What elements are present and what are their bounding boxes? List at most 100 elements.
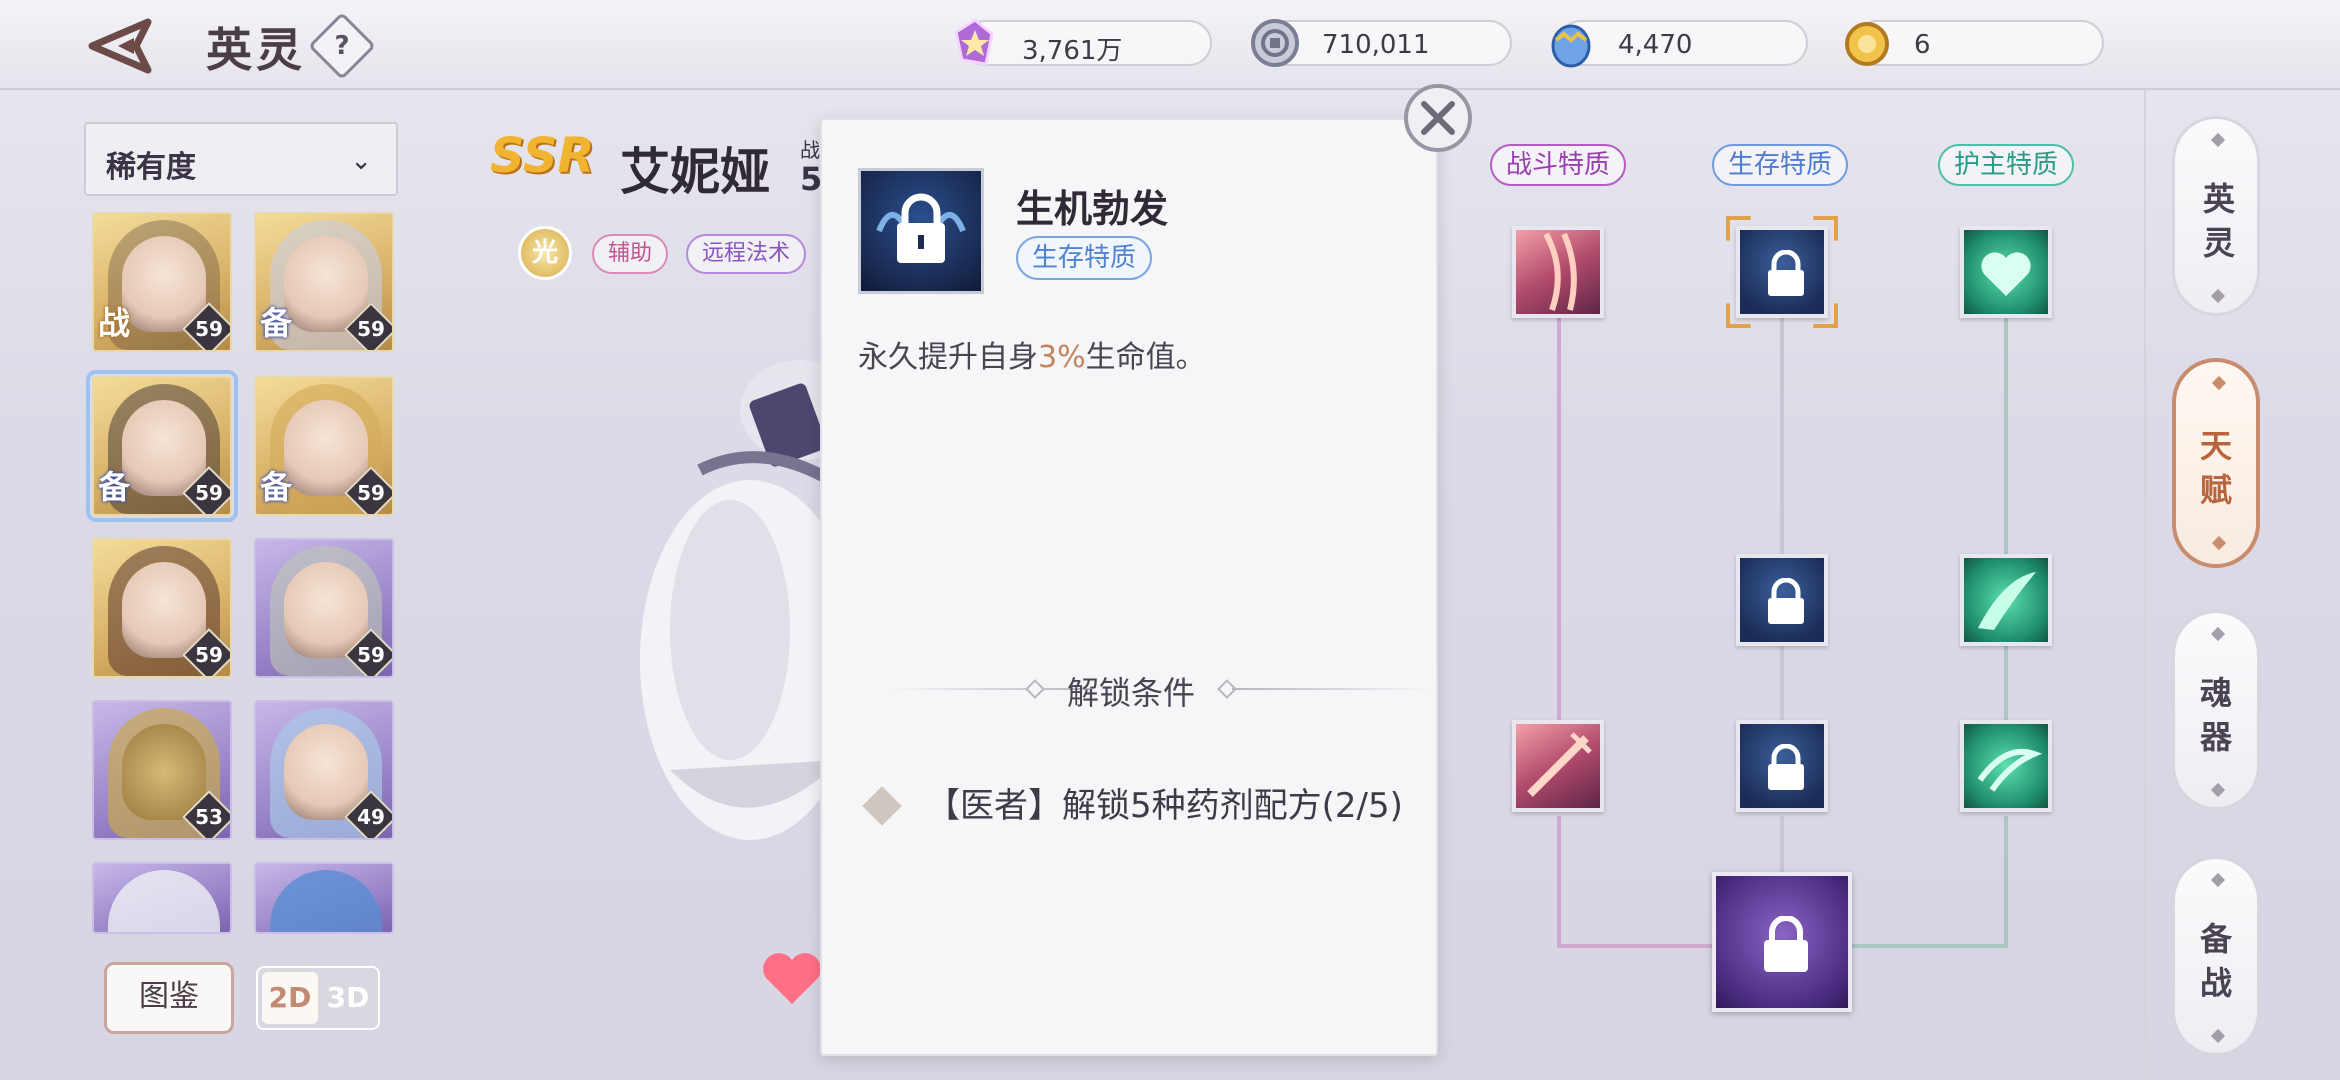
lock-icon: [1768, 744, 1804, 790]
tab-rail: [2144, 90, 2146, 1080]
skill-name: 生机勃发: [1016, 187, 1169, 231]
star-crystal-icon: [954, 18, 994, 66]
desc-suffix: 生命值。: [1085, 340, 1206, 375]
hero-card[interactable]: 备 59: [254, 212, 394, 352]
hero-card[interactable]: 53: [92, 700, 232, 840]
page-title: 英灵: [206, 23, 306, 77]
talent-node-guard-1[interactable]: [1960, 226, 2052, 318]
top-bar: 英灵 ? 3,761万 710,011 4,470 6: [0, 0, 2340, 90]
heart-icon[interactable]: [760, 950, 824, 1006]
hero-status-tag: 备: [98, 468, 131, 506]
power-value: 5: [800, 160, 823, 198]
flame-slash-icon: [1543, 232, 1577, 311]
currency-silver-coin[interactable]: 710,011: [1251, 19, 1512, 67]
tree-connector: [1780, 318, 1784, 554]
talent-node-survival-2[interactable]: [1736, 554, 1828, 646]
tab-ornament: [2210, 288, 2226, 304]
element-badge: 光: [518, 226, 572, 280]
tree-connector: [1780, 646, 1784, 724]
tree-connector: [1557, 816, 1561, 946]
currency-blue-egg[interactable]: 4,470: [1551, 20, 1808, 68]
tab-ornament: [2210, 872, 2226, 888]
hero-card[interactable]: 59: [254, 538, 394, 678]
talent-node-survival-1[interactable]: [1736, 226, 1828, 318]
currency-gold-token[interactable]: 6: [1845, 20, 2104, 66]
currency-value: 710,011: [1322, 30, 1430, 60]
fight-trait-header: 战斗特质: [1490, 144, 1627, 186]
talent-node-ultimate[interactable]: [1712, 872, 1852, 1012]
currency-value: 6: [1914, 30, 1931, 60]
hero-level: 59: [357, 643, 385, 667]
role-tag-ranged-magic: 远程法术: [686, 234, 807, 274]
lock-icon: [1768, 250, 1804, 296]
currency-value: 3,761万: [1022, 36, 1123, 66]
tab-ornament: [2210, 626, 2226, 642]
help-button[interactable]: ?: [308, 12, 376, 80]
rarity-badge: SSR: [490, 128, 595, 184]
hero-level: 59: [357, 481, 385, 505]
hero-card-selected[interactable]: 备 59: [86, 370, 238, 522]
mode-3d-option[interactable]: 3D: [320, 972, 376, 1024]
tab-ornament: [2210, 782, 2226, 798]
tab-ornament: [2211, 535, 2227, 551]
survival-trait-header: 生存特质: [1712, 144, 1849, 186]
gold-token-icon: [1845, 22, 1889, 66]
hero-card[interactable]: [92, 862, 232, 934]
tab-ornament: [2211, 375, 2227, 391]
power-label: 战: [800, 138, 820, 162]
desc-highlight: 3%: [1038, 340, 1086, 375]
tab-battle-prep[interactable]: 备战: [2172, 856, 2260, 1056]
codex-button[interactable]: 图鉴: [104, 962, 234, 1034]
silver-coin-icon: [1251, 19, 1299, 67]
help-label: ?: [334, 31, 350, 61]
hero-level: 59: [195, 317, 223, 341]
hero-portrait: [108, 870, 220, 932]
tab-label: 天赋: [2199, 427, 2232, 509]
hero-name: 艾妮娅: [620, 143, 770, 201]
talent-node-survival-3[interactable]: [1736, 720, 1828, 812]
lock-icon: [1768, 578, 1804, 624]
hero-card[interactable]: 战 59: [92, 212, 232, 352]
tab-label: 英灵: [2202, 180, 2235, 262]
hero-card[interactable]: 59: [92, 538, 232, 678]
hero-status-tag: 备: [260, 304, 293, 342]
view-mode-toggle[interactable]: 2D 3D: [256, 966, 380, 1030]
hero-level: 59: [357, 317, 385, 341]
skill-detail-popup: 生机勃发 生存特质 永久提升自身3%生命值。 解锁条件 【医者】解锁5种药剂配方…: [820, 118, 1438, 1056]
skill-type-tag: 生存特质: [1016, 236, 1153, 280]
hero-card[interactable]: 备 59: [254, 376, 394, 516]
talent-node-guard-3[interactable]: [1960, 720, 2052, 812]
skill-icon: [858, 168, 984, 294]
rarity-filter-dropdown[interactable]: 稀有度 ⌄: [84, 122, 398, 196]
currency-star-crystal[interactable]: 3,761万: [954, 18, 1212, 66]
tab-talent[interactable]: 天赋: [2172, 358, 2260, 568]
role-tag-support: 辅助: [592, 234, 669, 274]
unlock-conditions-title: 解锁条件: [1066, 674, 1195, 712]
tab-label: 魂器: [2199, 674, 2232, 756]
lock-icon: [876, 193, 966, 263]
hero-level: 59: [195, 643, 223, 667]
close-icon: [1421, 101, 1455, 135]
guard-trait-header: 护主特质: [1938, 144, 2075, 186]
talent-node-guard-2[interactable]: [1960, 554, 2052, 646]
talent-node-fight-1[interactable]: [1512, 226, 1604, 318]
vortex-icon: [1977, 748, 2043, 792]
tab-label: 备战: [2199, 920, 2232, 1002]
back-button[interactable]: [88, 18, 158, 74]
hero-card[interactable]: 49: [254, 700, 394, 840]
hero-status-tag: 战: [98, 304, 131, 342]
tab-soul-artifact[interactable]: 魂器: [2172, 610, 2260, 810]
tree-connector: [1780, 816, 1784, 872]
mode-2d-option[interactable]: 2D: [262, 972, 318, 1024]
close-button[interactable]: [1404, 84, 1472, 152]
tree-connector: [1852, 944, 2008, 948]
rarity-filter-label: 稀有度: [106, 150, 196, 185]
tab-heroes[interactable]: 英灵: [2172, 116, 2260, 316]
hero-level: 53: [195, 805, 223, 829]
tree-connector: [2004, 646, 2008, 724]
talent-node-fight-2[interactable]: [1512, 720, 1604, 812]
sword-icon: [1527, 732, 1592, 797]
hero-card[interactable]: [254, 862, 394, 934]
wind-wing-icon: [1978, 572, 2036, 630]
tree-connector: [2004, 318, 2008, 554]
